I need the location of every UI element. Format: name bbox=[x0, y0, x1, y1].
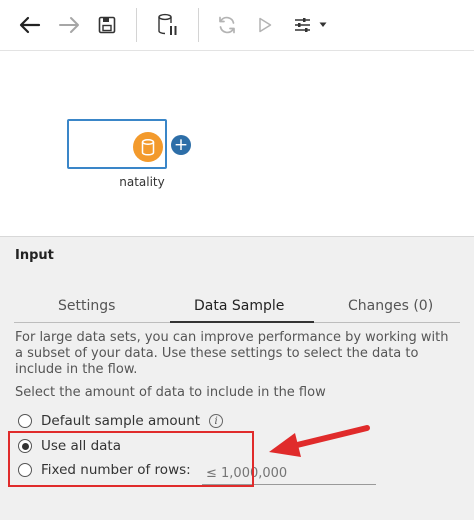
settings-sliders-icon bbox=[294, 18, 310, 32]
tab-changes[interactable]: Changes (0) bbox=[348, 298, 433, 314]
database-icon bbox=[141, 138, 155, 156]
input-step-icon-badge bbox=[133, 132, 163, 162]
node-label: natality bbox=[119, 175, 165, 189]
tab-settings[interactable]: Settings bbox=[58, 298, 115, 314]
tab-data-sample[interactable]: Data Sample bbox=[194, 298, 284, 314]
plus-icon: + bbox=[173, 135, 189, 155]
back-button[interactable] bbox=[14, 9, 46, 41]
panel-title: Input bbox=[15, 248, 54, 263]
sample-amount-label: Select the amount of data to include in … bbox=[15, 385, 326, 400]
refresh-button[interactable] bbox=[212, 9, 242, 41]
forward-arrow-icon bbox=[59, 17, 79, 33]
data-sample-description: For large data sets, you can improve per… bbox=[15, 330, 449, 377]
highlight-annotation-box bbox=[8, 431, 254, 487]
toolbar bbox=[0, 0, 474, 51]
panel-tabs: Settings Data Sample Changes (0) bbox=[14, 292, 460, 323]
default-sample-label: Default sample amount bbox=[41, 413, 201, 429]
toolbar-divider bbox=[198, 8, 199, 42]
forward-button[interactable] bbox=[53, 9, 85, 41]
flow-options-dropdown[interactable] bbox=[290, 9, 330, 41]
run-button[interactable] bbox=[252, 9, 278, 41]
flow-canvas[interactable]: + natality bbox=[0, 51, 474, 236]
toolbar-divider bbox=[136, 8, 137, 42]
chevron-down-icon bbox=[319, 22, 326, 27]
annotation-arrow-icon bbox=[269, 425, 370, 457]
active-tab-indicator bbox=[170, 321, 314, 323]
save-icon bbox=[98, 16, 116, 34]
save-button[interactable] bbox=[92, 9, 122, 41]
default-sample-option[interactable]: Default sample amount i bbox=[18, 413, 224, 429]
run-icon bbox=[259, 17, 272, 33]
add-step-button[interactable]: + bbox=[171, 135, 191, 155]
pause-data-updates-button[interactable] bbox=[152, 9, 184, 41]
default-sample-radio[interactable] bbox=[18, 414, 32, 428]
back-arrow-icon bbox=[19, 16, 41, 34]
refresh-icon bbox=[219, 16, 235, 34]
pause-data-updates-icon bbox=[158, 13, 177, 35]
info-icon[interactable]: i bbox=[209, 414, 224, 428]
